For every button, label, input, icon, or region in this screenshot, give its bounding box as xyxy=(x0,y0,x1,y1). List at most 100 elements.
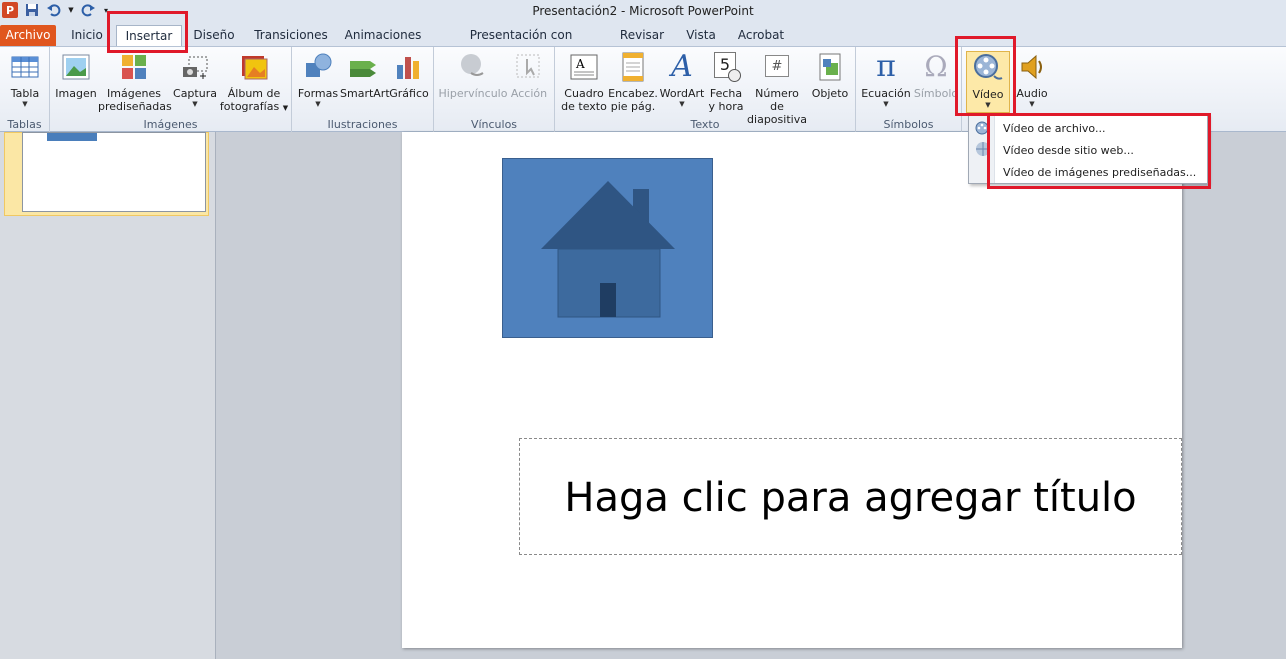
fecha-label-1: Fecha xyxy=(709,87,743,100)
tab-archivo[interactable]: Archivo xyxy=(0,25,56,46)
menu-video-imagenes-prediseñadas[interactable]: Vídeo de imágenes prediseñadas... xyxy=(1003,164,1196,182)
smartart-button[interactable]: SmartArt xyxy=(340,51,390,100)
group-ilustraciones: Formas ▼ SmartArt Gráfico Ilustraciones xyxy=(292,47,434,133)
audio-label: Audio xyxy=(1016,87,1048,100)
speaker-icon xyxy=(1021,54,1042,80)
chevron-down-icon: ▼ xyxy=(315,100,321,108)
group-imagenes: Imagen Imágenes prediseñadas Captura ▼ Á… xyxy=(50,47,292,133)
simbolo-label: Símbolo xyxy=(913,87,959,100)
group-label-simbolos: Símbolos xyxy=(883,118,934,131)
chevron-down-icon: ▼ xyxy=(1029,100,1035,108)
captura-button[interactable]: Captura ▼ xyxy=(170,51,220,108)
captura-label: Captura xyxy=(173,87,217,100)
group-label-imagenes: Imágenes xyxy=(143,118,198,131)
clip-art-icon xyxy=(122,55,146,79)
tab-presentacion[interactable]: Presentación con diapositivas xyxy=(436,25,606,62)
video-button[interactable]: Vídeo ▼ xyxy=(966,51,1010,113)
grafico-label: Gráfico xyxy=(389,87,429,100)
chevron-down-icon: ▼ xyxy=(282,104,289,112)
tab-transiciones[interactable]: Transiciones xyxy=(252,25,330,46)
cuadro-label-2: de texto xyxy=(561,100,607,113)
film-reel-icon xyxy=(974,54,1003,80)
group-texto: A Cuadro de texto Encabez. pie pág. A Wo… xyxy=(555,47,856,133)
tab-insertar[interactable]: Insertar xyxy=(116,25,182,46)
imagenes-pred-label-2: prediseñadas xyxy=(98,100,172,113)
chevron-down-icon: ▼ xyxy=(883,100,889,108)
menu-gutter xyxy=(969,115,995,183)
imagenes-pred-label-1: Imágenes xyxy=(107,87,161,100)
album-button[interactable]: Álbum de fotografías ▼ xyxy=(218,51,290,115)
hyperlink-globe-icon xyxy=(461,54,484,76)
chevron-down-icon: ▼ xyxy=(679,100,685,108)
objeto-button[interactable]: Objeto xyxy=(809,51,851,100)
tab-acrobat[interactable]: Acrobat xyxy=(734,25,788,46)
formas-button[interactable]: Formas ▼ xyxy=(296,51,340,108)
house-icon xyxy=(541,181,675,318)
calendar-clock-icon: 5 xyxy=(710,51,742,83)
grafico-button[interactable]: Gráfico xyxy=(388,51,430,100)
encabezado-pie-button[interactable]: Encabez. pie pág. xyxy=(607,51,659,113)
audio-button[interactable]: Audio ▼ xyxy=(1012,51,1052,108)
photo-album-icon xyxy=(242,56,268,80)
video-label: Vídeo xyxy=(972,88,1004,101)
menu-video-de-archivo[interactable]: Vídeo de archivo... xyxy=(1003,120,1105,138)
video-dropdown-menu: Vídeo de archivo... Vídeo desde sitio we… xyxy=(968,114,1208,184)
chevron-down-icon: ▼ xyxy=(22,100,28,108)
album-label-1: Álbum de xyxy=(227,87,281,100)
screenshot-icon xyxy=(183,56,208,79)
encabez-label-1: Encabez. xyxy=(608,87,658,100)
accion-button[interactable]: Acción xyxy=(508,51,550,100)
title-placeholder[interactable]: Haga clic para agregar título xyxy=(519,438,1182,555)
group-label-tablas: Tablas xyxy=(7,118,42,131)
object-icon xyxy=(819,53,841,81)
chevron-down-icon: ▼ xyxy=(985,101,991,109)
thumbnail-picture xyxy=(47,133,97,141)
shapes-icon xyxy=(306,53,332,77)
menu-video-desde-sitio-web[interactable]: Vídeo desde sitio web... xyxy=(1003,142,1134,160)
picture-icon xyxy=(62,54,90,80)
formas-label: Formas xyxy=(297,87,339,100)
action-icon xyxy=(516,54,540,78)
objeto-label: Objeto xyxy=(811,87,849,100)
ecuacion-label: Ecuación xyxy=(861,87,911,100)
ribbon-tabs: Archivo Inicio Insertar Diseño Transicio… xyxy=(0,22,1286,62)
smartart-icon xyxy=(350,61,376,77)
header-footer-icon xyxy=(622,52,644,82)
cuadro-de-texto-button[interactable]: A Cuadro de texto xyxy=(559,51,609,113)
tab-vista[interactable]: Vista xyxy=(680,25,722,46)
ecuacion-button[interactable]: π Ecuación ▼ xyxy=(860,51,912,109)
fecha-hora-button[interactable]: 5 Fecha y hora xyxy=(705,51,747,113)
svg-text:A: A xyxy=(575,57,585,71)
text-box-icon: A xyxy=(570,54,598,80)
fecha-label-2: y hora xyxy=(708,100,744,113)
simbolo-button[interactable]: Ω Símbolo xyxy=(912,50,960,101)
title-bar: P ▼ ▾ Presentación2 - Microsoft PowerPoi… xyxy=(0,0,1286,22)
imagen-button[interactable]: Imagen xyxy=(52,51,100,100)
imagen-label: Imagen xyxy=(55,87,97,100)
tab-revisar[interactable]: Revisar xyxy=(616,25,668,46)
title-placeholder-text: Haga clic para agregar título xyxy=(564,475,1137,521)
hipervinculo-label: Hipervínculo xyxy=(438,87,508,100)
numero-diapositiva-button[interactable]: # Número de diapositiva xyxy=(747,51,807,126)
album-label-2: fotografías xyxy=(219,100,280,113)
slide-thumbnail[interactable] xyxy=(22,132,206,212)
chart-icon xyxy=(397,57,419,79)
hipervinculo-button[interactable]: Hipervínculo xyxy=(438,51,508,100)
accion-label: Acción xyxy=(510,87,548,100)
tab-animaciones[interactable]: Animaciones xyxy=(344,25,422,46)
slides-panel xyxy=(0,132,216,659)
window-title: Presentación2 - Microsoft PowerPoint xyxy=(532,4,754,18)
house-picture[interactable] xyxy=(502,158,713,338)
tabla-button[interactable]: Tabla ▼ xyxy=(5,51,45,108)
slide-number-icon: # xyxy=(761,51,793,83)
chevron-down-icon: ▼ xyxy=(192,100,198,108)
wordart-button[interactable]: A WordArt ▼ xyxy=(657,51,707,109)
video-file-icon xyxy=(975,121,989,135)
tab-diseno[interactable]: Diseño xyxy=(188,25,240,46)
smartart-label: SmartArt xyxy=(340,87,390,100)
tabla-label: Tabla xyxy=(10,87,40,100)
wordart-label: WordArt xyxy=(659,87,705,100)
imagenes-prediseñadas-button[interactable]: Imágenes prediseñadas xyxy=(98,51,172,113)
tab-inicio[interactable]: Inicio xyxy=(64,25,110,46)
omega-icon: Ω xyxy=(924,50,948,83)
